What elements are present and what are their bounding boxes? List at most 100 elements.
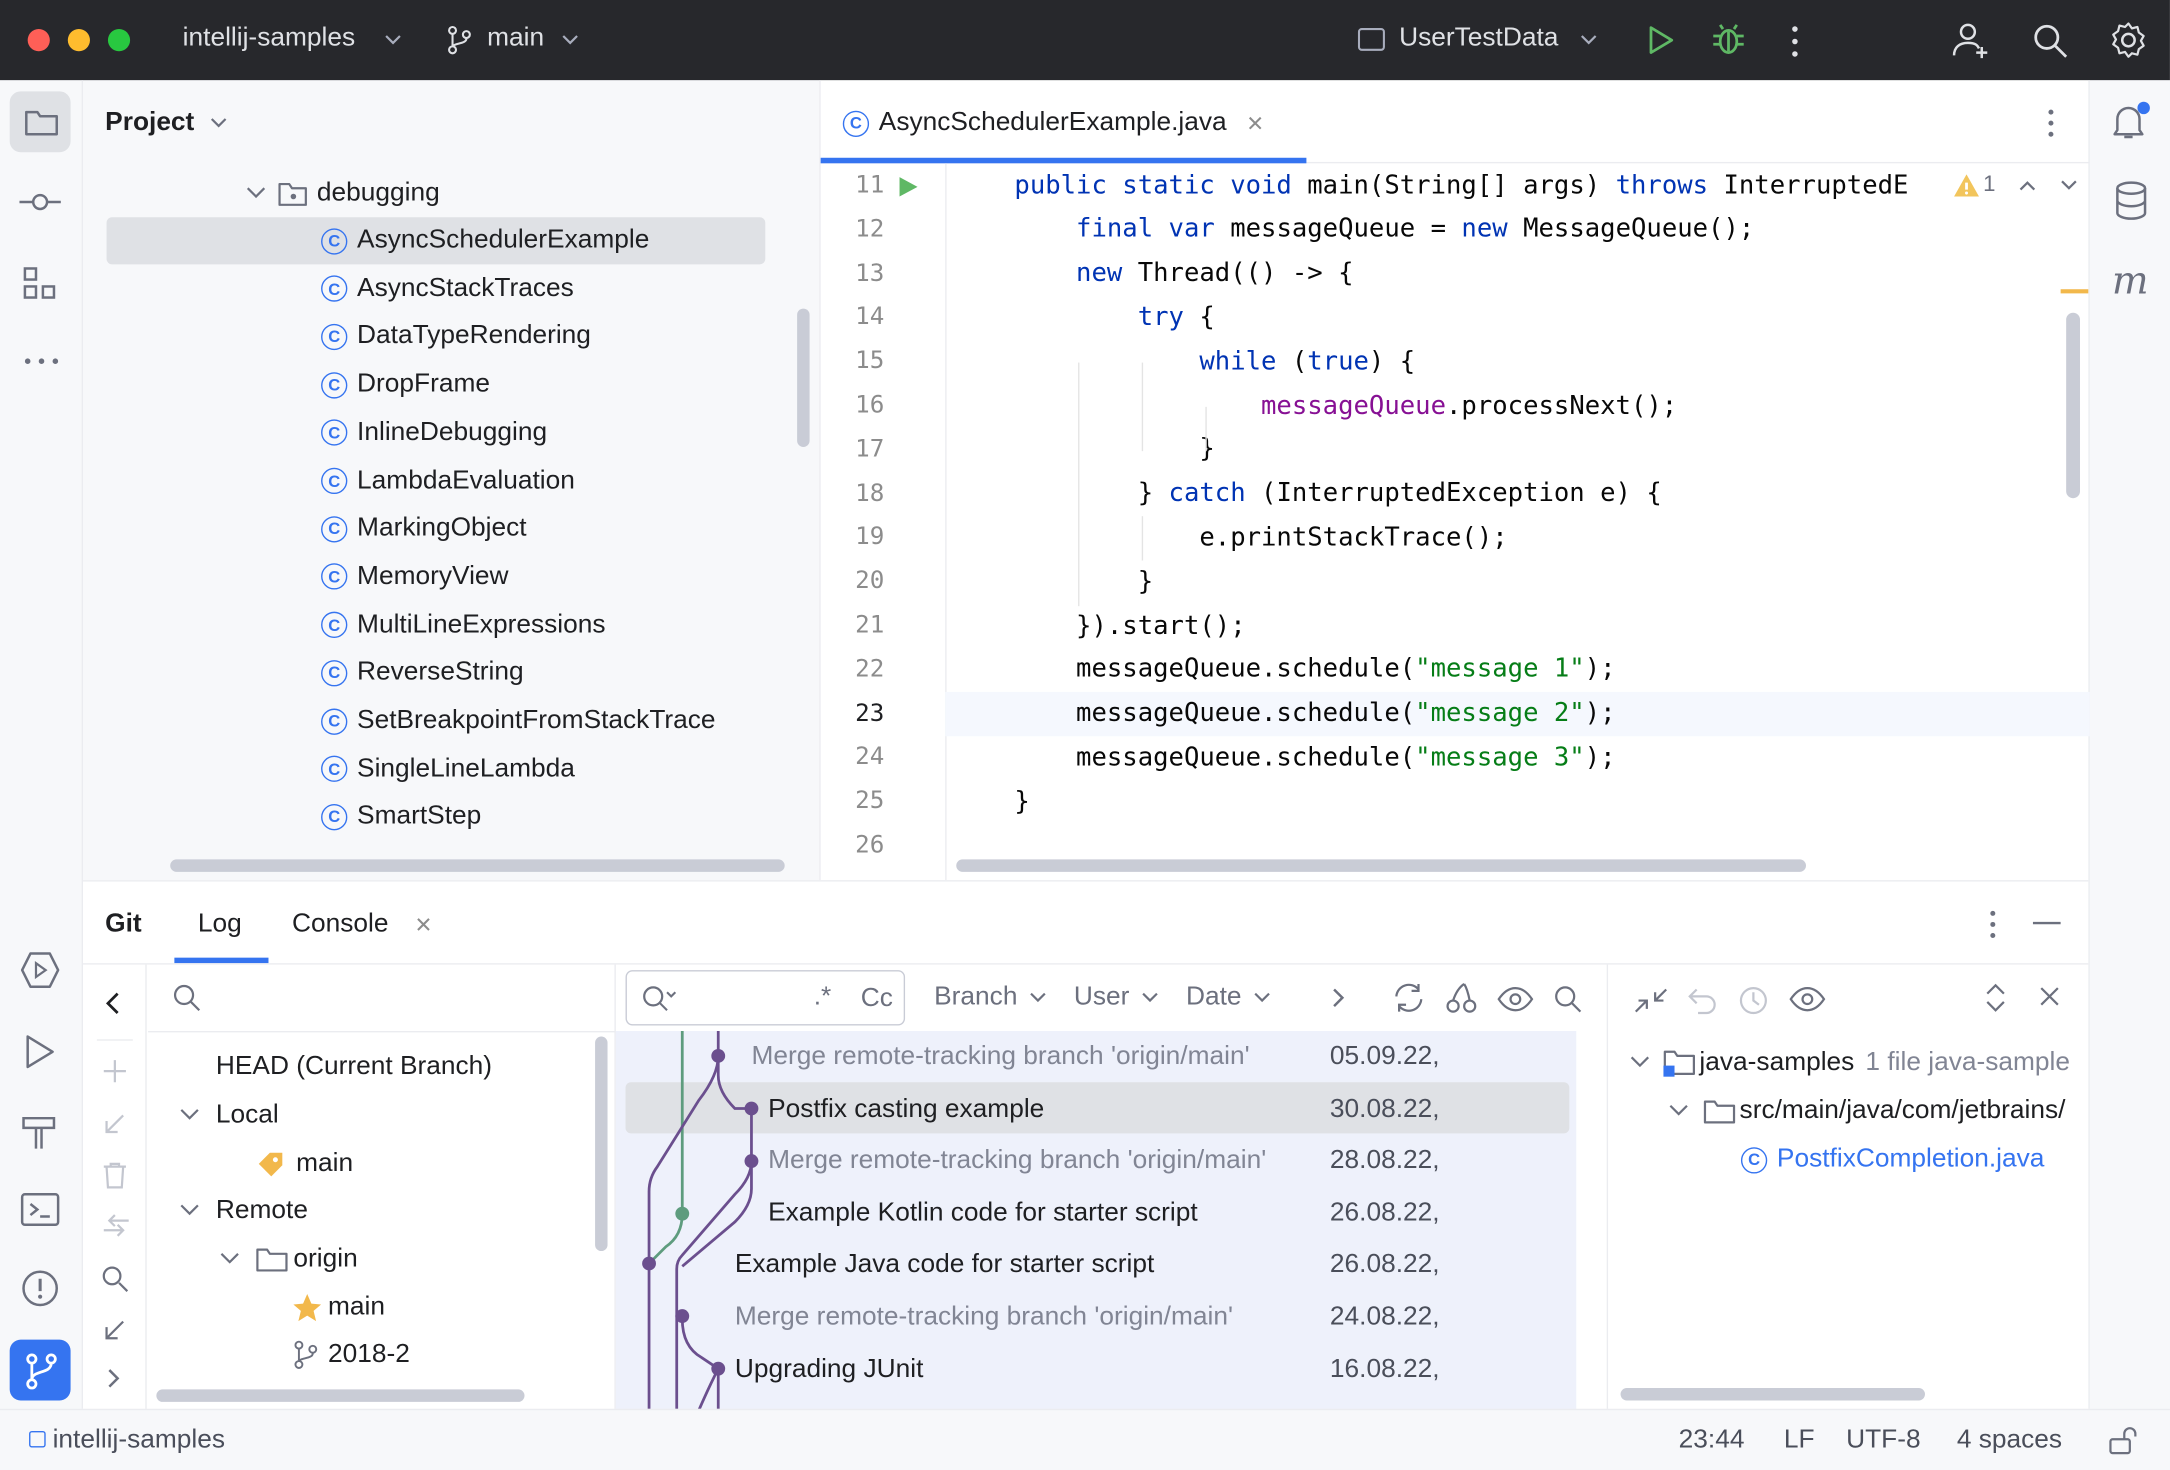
more-icon[interactable]: [2045, 108, 2056, 138]
search-icon[interactable]: [172, 983, 202, 1013]
editor-scrollbar[interactable]: [2066, 312, 2081, 499]
filter-branch[interactable]: Branch: [934, 983, 1048, 1013]
minimize-icon[interactable]: [2032, 920, 2062, 926]
search-icon[interactable]: [2032, 22, 2071, 61]
eye-icon[interactable]: [1496, 984, 1535, 1014]
close-icon[interactable]: [2037, 984, 2062, 1009]
history-icon[interactable]: [1737, 984, 1770, 1017]
code-line[interactable]: 22 messageQueue.schedule("message 1");: [821, 647, 2090, 691]
branch-remote-main[interactable]: main: [292, 1284, 385, 1331]
project-selector[interactable]: intellij-samples: [183, 24, 355, 54]
build-icon[interactable]: [19, 1110, 61, 1152]
tab-log[interactable]: Log: [198, 909, 242, 939]
lock-icon[interactable]: [2106, 1424, 2139, 1457]
code-line[interactable]: 16 messageQueue.processNext();: [821, 383, 2090, 427]
search-history-icon[interactable]: [641, 984, 677, 1014]
file-item[interactable]: C ReverseString: [321, 649, 524, 696]
log-search-input[interactable]: .* Cc: [625, 970, 906, 1026]
project-tool-button[interactable]: [9, 91, 71, 153]
services-icon[interactable]: [19, 949, 61, 991]
file-item[interactable]: C MemoryView: [321, 553, 509, 600]
project-hscrollbar[interactable]: [170, 859, 785, 872]
close-icon[interactable]: [414, 915, 433, 934]
chevron-up-icon[interactable]: [2018, 177, 2037, 194]
changes-hscrollbar[interactable]: [1620, 1388, 1926, 1401]
run-icon[interactable]: [1644, 24, 1677, 57]
code-line[interactable]: 23 messageQueue.schedule("message 2");: [821, 691, 2090, 735]
code-line[interactable]: 17 }: [821, 427, 2090, 471]
fetch-icon[interactable]: [100, 1315, 130, 1345]
changes-path[interactable]: src/main/java/com/jetbrains/: [1665, 1088, 2065, 1135]
project-scrollbar[interactable]: [797, 308, 810, 447]
warning-stripe-marker[interactable]: [2060, 289, 2089, 294]
eye-icon[interactable]: [1788, 984, 1827, 1017]
expand-collapse-icon[interactable]: [1983, 981, 2008, 1014]
code-line[interactable]: 11 public static void main(String[] args)…: [821, 163, 2090, 207]
terminal-icon[interactable]: [19, 1190, 61, 1229]
file-item[interactable]: C AsyncStackTraces: [321, 265, 574, 312]
commit-row[interactable]: Upgrading JUnit 16.08.22,: [616, 1343, 1574, 1394]
chevron-down-icon[interactable]: [209, 115, 228, 132]
code-line[interactable]: 25}: [821, 779, 2090, 823]
delete-icon[interactable]: [100, 1160, 130, 1190]
search-icon[interactable]: [100, 1264, 130, 1294]
file-item[interactable]: C MarkingObject: [321, 505, 527, 552]
commit-icon[interactable]: [19, 188, 61, 216]
commit-row[interactable]: Example Java code for starter script 26.0…: [616, 1239, 1574, 1290]
code-line[interactable]: 19 e.printStackTrace();: [821, 515, 2090, 559]
changed-file[interactable]: C PostfixCompletion.java: [1740, 1136, 2044, 1183]
branches-scrollbar[interactable]: [595, 1036, 608, 1252]
file-item[interactable]: C LambdaEvaluation: [321, 457, 575, 504]
add-icon[interactable]: [100, 1056, 130, 1086]
indent-setting[interactable]: 4 spaces: [1957, 1425, 2062, 1455]
branch-local-main[interactable]: main: [255, 1140, 353, 1187]
file-item[interactable]: C SmartStep: [321, 794, 481, 841]
chevron-right-icon[interactable]: [1329, 985, 1348, 1010]
file-encoding[interactable]: UTF-8: [1846, 1425, 1920, 1455]
code-line[interactable]: 15 while (true) {: [821, 339, 2090, 383]
run-tool-icon[interactable]: [19, 1032, 61, 1071]
collapse-icon[interactable]: [1633, 984, 1669, 1017]
commit-row[interactable]: Merge remote-tracking branch 'origin/mai…: [616, 1291, 1574, 1342]
revert-icon[interactable]: [1686, 984, 1719, 1017]
more-icon[interactable]: [1788, 25, 1802, 58]
commit-row[interactable]: Postfix casting example 30.08.22,: [616, 1083, 1574, 1134]
commit-row[interactable]: Merge remote-tracking branch 'origin/mai…: [616, 1031, 1574, 1082]
file-item[interactable]: C SingleLineLambda: [321, 745, 575, 792]
run-config-selector[interactable]: UserTestData: [1399, 24, 1558, 54]
maximize-window-button[interactable]: [107, 29, 131, 52]
inspection-widget[interactable]: 1: [1952, 172, 2079, 198]
code-line[interactable]: 14 try {: [821, 295, 2090, 339]
branches-hscrollbar[interactable]: [156, 1389, 525, 1402]
problems-icon[interactable]: [19, 1268, 61, 1310]
git-tool-button[interactable]: [9, 1339, 71, 1401]
minimize-window-button[interactable]: [67, 29, 90, 52]
close-window-button[interactable]: [27, 29, 50, 52]
close-icon[interactable]: [1246, 113, 1265, 132]
caret-position[interactable]: 23:44: [1679, 1425, 1745, 1455]
more-icon[interactable]: [1987, 909, 1998, 939]
file-item[interactable]: C DropFrame: [321, 361, 490, 408]
branch-group-local[interactable]: Local: [176, 1092, 279, 1139]
add-user-icon[interactable]: [1951, 21, 1993, 60]
file-item[interactable]: C InlineDebugging: [321, 409, 547, 456]
debug-icon[interactable]: [1711, 22, 1747, 58]
compare-icon[interactable]: [100, 1211, 133, 1241]
regex-toggle[interactable]: .*: [814, 983, 832, 1013]
changes-root[interactable]: java-samples 1 file java-sample: [1627, 1039, 2070, 1086]
maven-icon[interactable]: m: [2109, 263, 2153, 299]
editor-tab[interactable]: C AsyncSchedulerExample.java: [842, 108, 1266, 138]
notifications-icon[interactable]: [2109, 100, 2153, 144]
branch-group-remote[interactable]: Remote: [176, 1187, 308, 1234]
editor-hscrollbar[interactable]: [956, 859, 1806, 872]
structure-icon[interactable]: [22, 266, 58, 302]
tree-folder-debugging[interactable]: debugging: [244, 170, 440, 217]
filter-date[interactable]: Date: [1186, 983, 1272, 1013]
search-icon[interactable]: [1551, 983, 1584, 1016]
run-gutter-icon[interactable]: [895, 174, 920, 199]
code-line[interactable]: 13 new Thread(() -> {: [821, 251, 2090, 295]
refresh-icon[interactable]: [1391, 981, 1427, 1014]
status-project[interactable]: intellij-samples: [53, 1425, 225, 1455]
remote-origin[interactable]: origin: [216, 1236, 358, 1283]
file-item[interactable]: C SetBreakpointFromStackTrace: [321, 697, 716, 744]
